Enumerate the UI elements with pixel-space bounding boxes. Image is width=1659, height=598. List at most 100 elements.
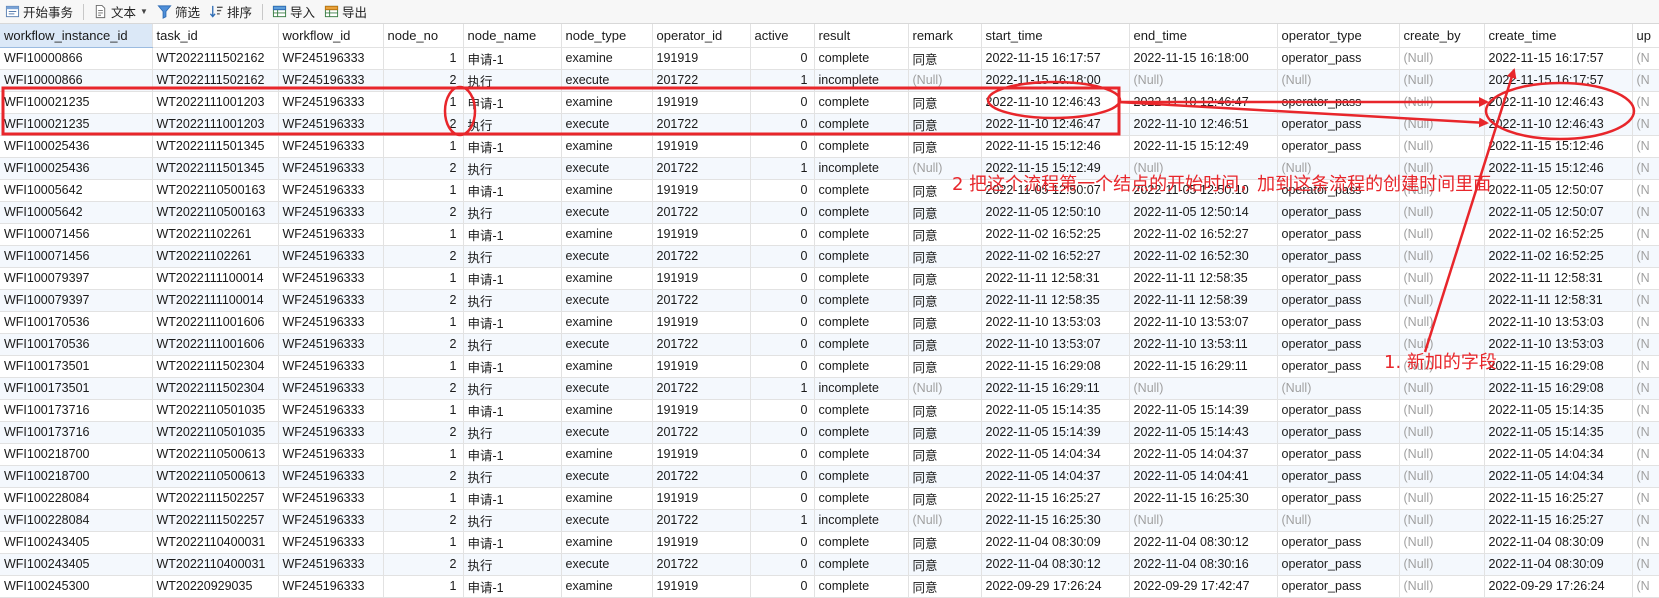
cell-operator-id[interactable]: 201722 (652, 333, 751, 356)
cell-create-time[interactable]: 2022-11-10 13:53:03 (1484, 311, 1633, 334)
filter-button[interactable]: 筛选 (154, 1, 206, 23)
cell-node-type[interactable]: examine (561, 575, 653, 598)
cell-create-time[interactable]: 2022-11-15 16:17:57 (1484, 69, 1633, 92)
cell-end-time[interactable]: 2022-11-05 15:14:43 (1129, 421, 1278, 444)
cell-remark[interactable]: 同意 (908, 531, 982, 554)
cell-start-time[interactable]: 2022-11-04 08:30:09 (981, 531, 1130, 554)
cell-node-type[interactable]: examine (561, 487, 653, 510)
cell-active[interactable]: 0 (750, 113, 815, 136)
cell-node-name[interactable]: 执行 (463, 509, 562, 532)
cell-create-time[interactable]: 2022-11-02 16:52:25 (1484, 223, 1633, 246)
cell-node-name[interactable]: 执行 (463, 245, 562, 268)
cell-result[interactable]: complete (814, 289, 909, 312)
cell-start-time[interactable]: 2022-11-02 16:52:25 (981, 223, 1130, 246)
cell-node-no[interactable]: 2 (383, 289, 464, 312)
cell-operator-id[interactable]: 191919 (652, 135, 751, 158)
cell-update[interactable]: (N (1632, 465, 1659, 488)
column-header-node-no[interactable]: node_no (383, 24, 464, 48)
cell-node-type[interactable]: examine (561, 531, 653, 554)
cell-operator-type[interactable]: operator_pass (1277, 399, 1400, 422)
cell-result[interactable]: complete (814, 443, 909, 466)
cell-create-by[interactable]: (Null) (1399, 333, 1485, 356)
table-row[interactable]: WFI100025436 WT2022111501345 WF245196333 1 申… (0, 135, 1659, 158)
cell-create-by[interactable]: (Null) (1399, 179, 1485, 202)
cell-remark[interactable]: 同意 (908, 289, 982, 312)
cell-node-no[interactable]: 2 (383, 421, 464, 444)
cell-workflow-instance-id[interactable]: WFI100079397 (0, 289, 153, 312)
cell-create-by[interactable]: (Null) (1399, 223, 1485, 246)
cell-task-id[interactable]: WT20221102261 (152, 245, 279, 268)
cell-create-by[interactable]: (Null) (1399, 399, 1485, 422)
cell-operator-id[interactable]: 201722 (652, 69, 751, 92)
cell-operator-type[interactable]: operator_pass (1277, 179, 1400, 202)
cell-operator-type[interactable]: operator_pass (1277, 421, 1400, 444)
cell-create-time[interactable]: 2022-11-15 16:17:57 (1484, 47, 1633, 70)
cell-node-no[interactable]: 1 (383, 355, 464, 378)
cell-update[interactable]: (N (1632, 179, 1659, 202)
cell-node-type[interactable]: examine (561, 311, 653, 334)
cell-task-id[interactable]: WT2022110501035 (152, 399, 279, 422)
cell-end-time[interactable]: 2022-11-02 16:52:30 (1129, 245, 1278, 268)
cell-create-time[interactable]: 2022-11-04 08:30:09 (1484, 553, 1633, 576)
cell-operator-type[interactable]: operator_pass (1277, 135, 1400, 158)
cell-result[interactable]: complete (814, 223, 909, 246)
cell-active[interactable]: 1 (750, 157, 815, 180)
cell-end-time[interactable]: 2022-11-04 08:30:16 (1129, 553, 1278, 576)
cell-operator-id[interactable]: 201722 (652, 245, 751, 268)
cell-workflow-instance-id[interactable]: WFI100079397 (0, 267, 153, 290)
cell-remark[interactable]: 同意 (908, 223, 982, 246)
cell-workflow-id[interactable]: WF245196333 (278, 91, 384, 114)
cell-workflow-instance-id[interactable]: WFI100025436 (0, 135, 153, 158)
cell-update[interactable]: (N (1632, 69, 1659, 92)
cell-remark[interactable]: 同意 (908, 421, 982, 444)
cell-create-time[interactable]: 2022-11-11 12:58:31 (1484, 267, 1633, 290)
cell-workflow-instance-id[interactable]: WFI100170536 (0, 311, 153, 334)
cell-task-id[interactable]: WT2022110500613 (152, 443, 279, 466)
cell-active[interactable]: 0 (750, 575, 815, 598)
column-header-operator-type[interactable]: operator_type (1277, 24, 1400, 48)
cell-active[interactable]: 0 (750, 289, 815, 312)
cell-operator-type[interactable]: operator_pass (1277, 333, 1400, 356)
cell-workflow-id[interactable]: WF245196333 (278, 333, 384, 356)
cell-create-time[interactable]: 2022-11-10 12:46:43 (1484, 113, 1633, 136)
cell-result[interactable]: incomplete (814, 509, 909, 532)
cell-start-time[interactable]: 2022-11-15 15:12:46 (981, 135, 1130, 158)
cell-remark[interactable]: 同意 (908, 333, 982, 356)
cell-update[interactable]: (N (1632, 487, 1659, 510)
cell-operator-id[interactable]: 191919 (652, 355, 751, 378)
column-header-workflow-instance-id[interactable]: workflow_instance_id (0, 24, 153, 48)
cell-task-id[interactable]: WT20220929035 (152, 575, 279, 598)
cell-task-id[interactable]: WT2022110400031 (152, 531, 279, 554)
cell-create-by[interactable]: (Null) (1399, 245, 1485, 268)
cell-node-no[interactable]: 1 (383, 399, 464, 422)
cell-node-no[interactable]: 1 (383, 179, 464, 202)
cell-workflow-id[interactable]: WF245196333 (278, 113, 384, 136)
cell-start-time[interactable]: 2022-11-05 15:14:39 (981, 421, 1130, 444)
cell-operator-id[interactable]: 201722 (652, 201, 751, 224)
sort-button[interactable]: 排序 (206, 1, 258, 23)
cell-task-id[interactable]: WT2022111502162 (152, 69, 279, 92)
cell-remark[interactable]: (Null) (908, 509, 982, 532)
cell-task-id[interactable]: WT2022111502257 (152, 487, 279, 510)
cell-node-name[interactable]: 执行 (463, 201, 562, 224)
cell-workflow-instance-id[interactable]: WFI10000866 (0, 69, 153, 92)
cell-operator-type[interactable]: operator_pass (1277, 47, 1400, 70)
cell-operator-id[interactable]: 191919 (652, 47, 751, 70)
cell-workflow-id[interactable]: WF245196333 (278, 311, 384, 334)
cell-remark[interactable]: 同意 (908, 245, 982, 268)
cell-node-name[interactable]: 申请-1 (463, 575, 562, 598)
cell-workflow-instance-id[interactable]: WFI100071456 (0, 245, 153, 268)
cell-task-id[interactable]: WT2022110501035 (152, 421, 279, 444)
cell-create-by[interactable]: (Null) (1399, 157, 1485, 180)
cell-create-by[interactable]: (Null) (1399, 289, 1485, 312)
table-row[interactable]: WFI10000866 WT2022111502162 WF245196333 2 执行… (0, 69, 1659, 92)
cell-operator-id[interactable]: 191919 (652, 267, 751, 290)
cell-operator-id[interactable]: 191919 (652, 311, 751, 334)
cell-update[interactable]: (N (1632, 245, 1659, 268)
column-header-end-time[interactable]: end_time (1129, 24, 1278, 48)
cell-workflow-instance-id[interactable]: WFI100228084 (0, 487, 153, 510)
cell-remark[interactable]: 同意 (908, 91, 982, 114)
cell-workflow-instance-id[interactable]: WFI10005642 (0, 201, 153, 224)
cell-node-name[interactable]: 申请-1 (463, 531, 562, 554)
cell-active[interactable]: 0 (750, 267, 815, 290)
